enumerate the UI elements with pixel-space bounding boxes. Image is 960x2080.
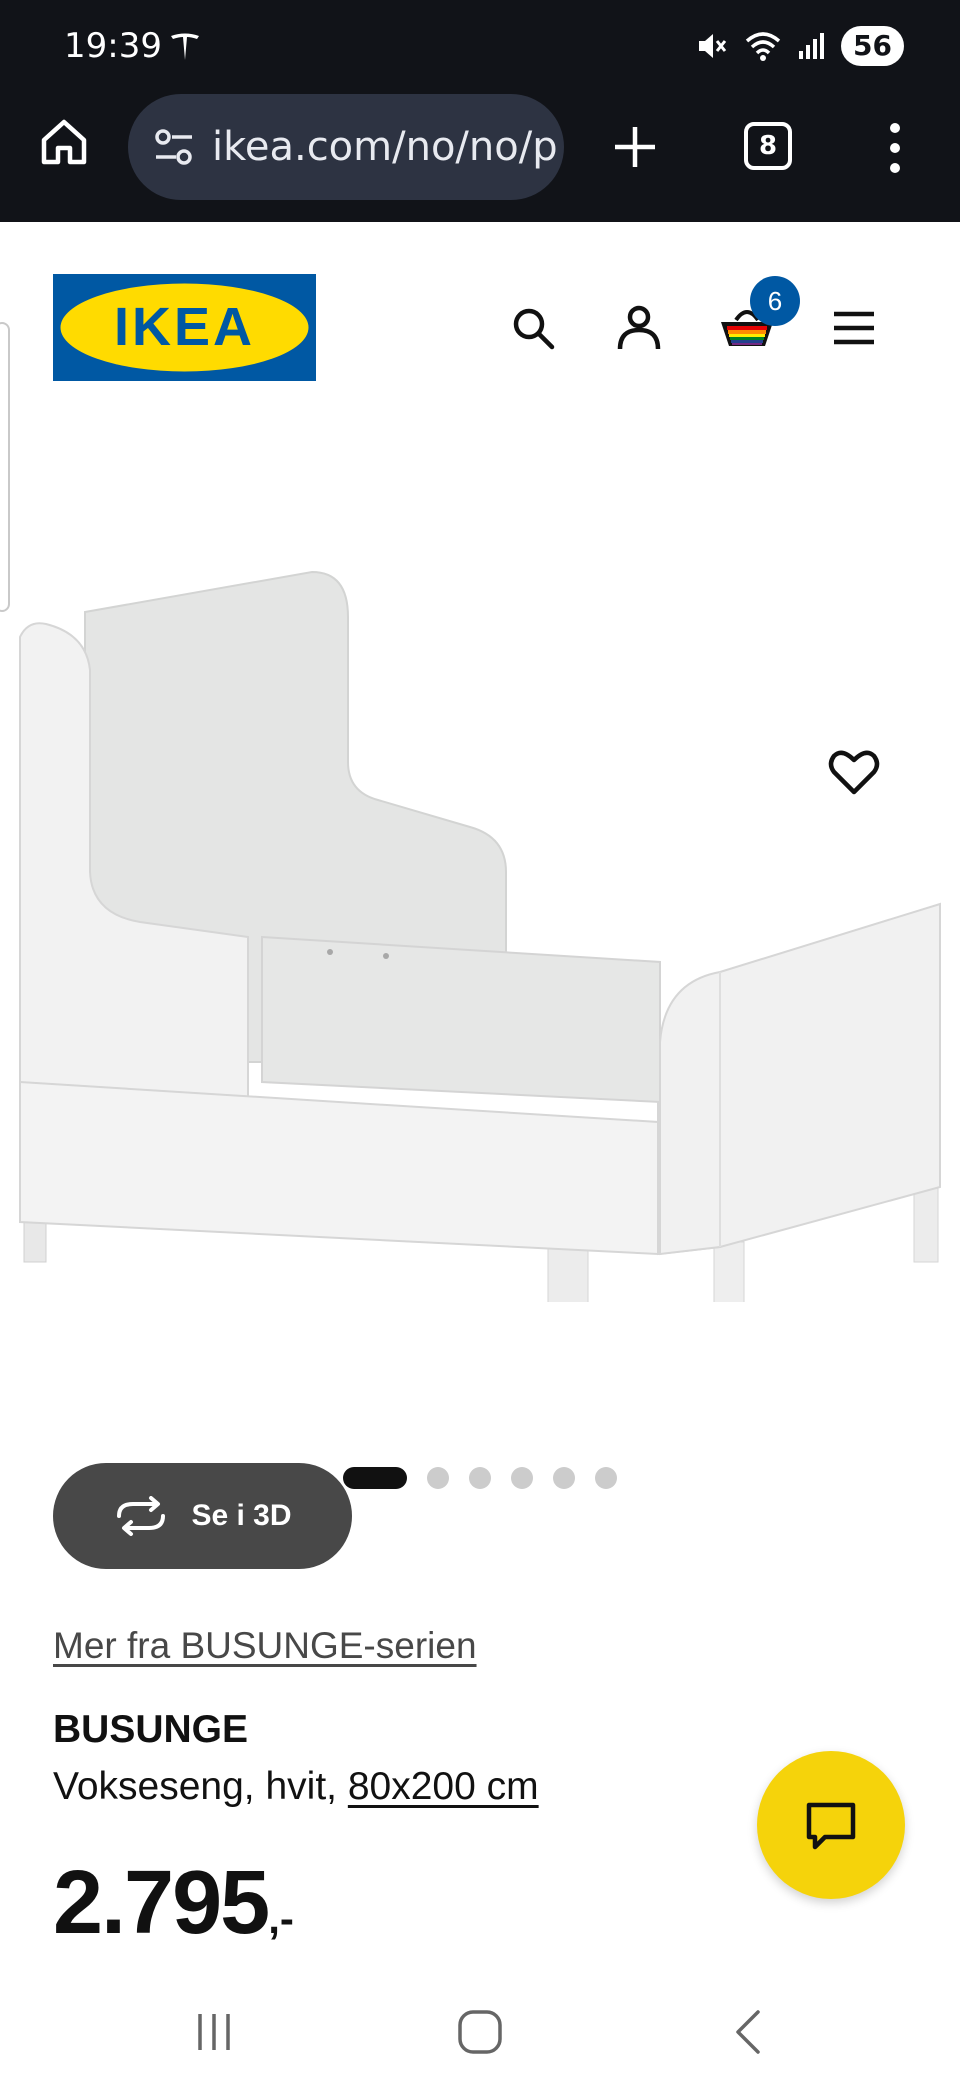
address-bar[interactable]: ikea.com/no/no/p <box>128 94 564 200</box>
tab-switcher-button[interactable]: 8 <box>744 122 792 170</box>
product-description: Vokseseng, hvit, 80x200 cm <box>53 1765 539 1809</box>
url-text: ikea.com/no/no/p <box>212 124 558 170</box>
status-bar: 19:39 56 <box>0 0 960 90</box>
chat-button[interactable] <box>757 1751 905 1899</box>
tesla-icon <box>171 33 199 60</box>
account-icon[interactable] <box>613 302 665 354</box>
gallery-pagination <box>0 1465 960 1491</box>
home-icon[interactable] <box>38 116 90 168</box>
pagination-dot-6[interactable] <box>595 1467 617 1489</box>
battery-level: 56 <box>841 26 904 66</box>
browser-toolbar: ikea.com/no/no/p 8 <box>0 92 960 204</box>
price-value: 2.795 <box>53 1853 270 1953</box>
product-image-bed[interactable] <box>0 542 960 1302</box>
price-suffix: ,- <box>268 1895 294 1942</box>
search-icon[interactable] <box>507 302 559 354</box>
pagination-dot-5[interactable] <box>553 1467 575 1489</box>
hamburger-menu-icon[interactable] <box>828 302 880 354</box>
more-vertical-icon[interactable] <box>880 120 910 176</box>
plus-icon[interactable] <box>610 122 660 172</box>
rotate-3d-icon <box>117 1496 166 1536</box>
browser-chrome: 19:39 56 ikea.com/no/no/p 8 <box>0 0 960 222</box>
product-name: BUSUNGE <box>53 1708 249 1751</box>
size-link[interactable]: 80x200 cm <box>348 1765 539 1808</box>
favorite-heart-icon[interactable] <box>826 744 882 800</box>
chat-icon <box>806 1802 856 1850</box>
product-price: 2.795,- <box>53 1852 294 1955</box>
logo-text: IKEA <box>114 297 255 357</box>
system-nav-bar <box>0 1982 960 2080</box>
pagination-dot-3[interactable] <box>469 1467 491 1489</box>
ikea-logo[interactable]: IKEA <box>53 274 316 381</box>
cart-count-badge: 6 <box>750 276 800 326</box>
mute-icon <box>699 34 727 58</box>
home-circle-icon[interactable] <box>452 2004 508 2060</box>
recents-icon[interactable] <box>186 2004 242 2060</box>
wifi-icon <box>745 32 781 61</box>
series-link[interactable]: Mer fra BUSUNGE-serien <box>53 1625 477 1667</box>
status-time: 19:39 <box>64 26 162 66</box>
pagination-dot-4[interactable] <box>511 1467 533 1489</box>
back-icon[interactable] <box>722 2004 778 2060</box>
signal-icon <box>799 33 825 59</box>
product-page: IKEA 6 Se i 3D Mer fra BUSUNGE-serien BU… <box>0 222 960 1982</box>
status-icons: 56 <box>695 26 904 66</box>
site-settings-icon[interactable] <box>150 123 198 171</box>
pagination-dot-2[interactable] <box>427 1467 449 1489</box>
pagination-dot-1[interactable] <box>343 1467 407 1489</box>
product-description-text: Vokseseng, hvit, <box>53 1765 348 1808</box>
view-in-3d-label: Se i 3D <box>191 1499 292 1532</box>
product-gallery[interactable]: Se i 3D <box>0 422 960 1569</box>
